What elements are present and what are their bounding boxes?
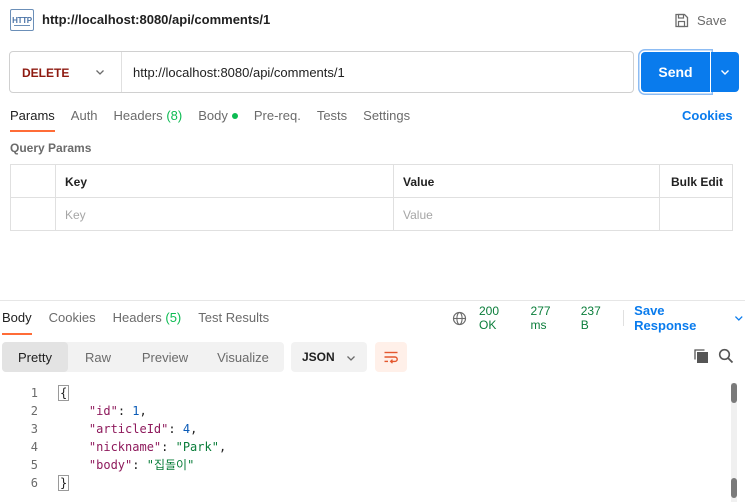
query-params-title: Query Params xyxy=(10,141,92,155)
send-button[interactable]: Send xyxy=(641,52,710,92)
code-line: 1 { xyxy=(0,384,725,402)
tab-response-body[interactable]: Body xyxy=(2,310,32,335)
response-meta: 200 OK 277 ms 237 B Save Response xyxy=(452,303,745,333)
tab-body[interactable]: Body xyxy=(198,108,238,132)
checkbox-column-header xyxy=(11,165,56,198)
line-number: 3 xyxy=(30,422,38,436)
chevron-down-icon xyxy=(347,356,355,361)
line-number: 1 xyxy=(30,386,38,400)
globe-icon[interactable] xyxy=(452,311,467,326)
send-options-button[interactable] xyxy=(711,52,739,92)
save-response-button[interactable]: Save Response xyxy=(634,303,745,333)
view-visualize[interactable]: Visualize xyxy=(202,342,284,372)
save-label: Save xyxy=(697,12,727,28)
title-bar: HTTP http://localhost:8080/api/comments/… xyxy=(0,0,745,40)
response-headers-count: (5) xyxy=(165,310,182,325)
row-actions xyxy=(660,198,732,231)
code-text: "id": 1, xyxy=(88,404,147,418)
request-title[interactable]: http://localhost:8080/api/comments/1 xyxy=(42,12,270,27)
meta-separator xyxy=(623,310,625,326)
row-checkbox[interactable] xyxy=(11,198,56,231)
query-params-table: Key Value Bulk Edit Key Value xyxy=(10,164,733,231)
chevron-down-icon xyxy=(96,70,104,75)
code-line: 4 "nickname": "Park", xyxy=(0,438,725,456)
response-time[interactable]: 277 ms xyxy=(531,304,569,332)
code-line: 2 "id": 1, xyxy=(0,402,725,420)
code-text: "nickname": "Park", xyxy=(88,440,227,454)
method-label: DELETE xyxy=(22,66,70,80)
body-indicator-dot xyxy=(231,112,238,119)
table-header-row: Key Value Bulk Edit xyxy=(11,165,732,198)
url-input[interactable]: http://localhost:8080/api/comments/1 xyxy=(133,65,345,80)
line-number: 6 xyxy=(30,476,38,490)
key-column-header: Key xyxy=(56,165,394,198)
line-number: 4 xyxy=(30,440,38,454)
scrollbar-thumb[interactable] xyxy=(731,478,737,498)
copy-icon[interactable] xyxy=(693,348,709,364)
format-label: JSON xyxy=(302,350,335,364)
view-mode-selector: Pretty Raw Preview Visualize xyxy=(2,342,284,372)
cookies-link[interactable]: Cookies xyxy=(682,108,733,123)
request-tabs: Params Auth Headers (8) Body Pre-req. Te… xyxy=(10,108,426,132)
line-number: 2 xyxy=(30,404,38,418)
code-line: 6 } xyxy=(0,474,725,492)
wrap-lines-button[interactable] xyxy=(375,342,407,372)
code-text: "body": "집돌이" xyxy=(88,458,195,472)
save-icon xyxy=(675,13,689,27)
method-select[interactable]: DELETE xyxy=(10,52,122,92)
http-file-icon: HTTP xyxy=(10,9,34,31)
table-row: Key Value xyxy=(11,198,732,231)
value-input[interactable]: Value xyxy=(394,198,660,231)
wrap-lines-icon xyxy=(384,351,398,364)
search-icon[interactable] xyxy=(718,348,734,364)
tab-response-headers[interactable]: Headers (5) xyxy=(113,310,182,335)
tab-params[interactable]: Params xyxy=(10,108,55,132)
status-code[interactable]: 200 OK xyxy=(479,304,519,332)
bulk-edit-button[interactable]: Bulk Edit xyxy=(660,165,732,198)
response-divider[interactable] xyxy=(0,300,745,301)
value-column-header: Value xyxy=(394,165,660,198)
format-select[interactable]: JSON xyxy=(291,342,367,372)
tab-headers[interactable]: Headers (8) xyxy=(114,108,183,132)
view-preview[interactable]: Preview xyxy=(128,342,202,372)
save-button[interactable]: Save xyxy=(674,10,727,30)
tab-pre-request[interactable]: Pre-req. xyxy=(254,108,301,132)
response-body-editor[interactable]: 1 { 2 "id": 1, 3 "articleId": 4, 4 "nick… xyxy=(0,382,745,502)
key-input[interactable]: Key xyxy=(56,198,394,231)
tab-auth[interactable]: Auth xyxy=(71,108,98,132)
chevron-down-icon xyxy=(721,70,729,75)
tab-test-results[interactable]: Test Results xyxy=(198,310,269,335)
tab-response-cookies[interactable]: Cookies xyxy=(49,310,96,335)
tab-tests[interactable]: Tests xyxy=(317,108,347,132)
code-text: "articleId": 4, xyxy=(88,422,198,436)
code-text: { xyxy=(58,385,70,401)
response-size[interactable]: 237 B xyxy=(581,304,611,332)
code-line: 3 "articleId": 4, xyxy=(0,420,725,438)
headers-count: (8) xyxy=(166,108,183,123)
line-number: 5 xyxy=(30,458,38,472)
scrollbar-thumb[interactable] xyxy=(731,383,737,403)
response-tabs: Body Cookies Headers (5) Test Results xyxy=(2,310,286,335)
request-bar: DELETE http://localhost:8080/api/comment… xyxy=(9,51,634,93)
code-line: 5 "body": "집돌이" xyxy=(0,456,725,474)
chevron-down-icon xyxy=(735,316,744,321)
view-raw[interactable]: Raw xyxy=(68,342,128,372)
code-text: } xyxy=(58,475,70,491)
view-pretty[interactable]: Pretty xyxy=(2,342,68,372)
tab-settings[interactable]: Settings xyxy=(363,108,410,132)
